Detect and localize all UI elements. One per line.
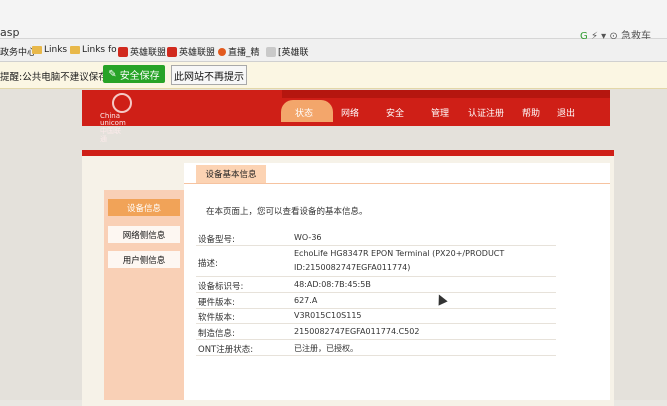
doc-icon	[266, 46, 276, 57]
row-value: V3R015C10S115	[294, 311, 362, 320]
unicom-knot-icon	[112, 93, 132, 113]
row-value: WO-36	[294, 233, 322, 242]
bookmark-item[interactable]: 英雄联盟	[167, 45, 215, 58]
folder-icon	[32, 46, 42, 54]
nav-logout[interactable]: 退出	[557, 106, 575, 119]
row-value: 已注册，已授权。	[294, 344, 358, 353]
row-label: 制造信息:	[198, 329, 235, 339]
row-label: ONT注册状态:	[198, 345, 254, 355]
password-message: 提醒:公共电脑不建议保存	[0, 72, 108, 83]
row-label: 设备型号:	[198, 235, 235, 245]
bookmark-item[interactable]: 直播_精	[218, 45, 260, 58]
bookmark-item[interactable]: Links	[32, 45, 67, 55]
never-prompt-button[interactable]: 此网站不再提示	[171, 65, 247, 85]
key-icon: ✎	[108, 68, 117, 80]
row-label: 描述:	[198, 259, 218, 269]
row-label: 软件版本:	[198, 313, 235, 323]
bookmark-item[interactable]: Links fo	[70, 45, 117, 55]
row-value: EchoLife HG8347R EPON Terminal (PX20+/PR…	[294, 249, 505, 258]
nav-network[interactable]: 网络	[341, 106, 359, 119]
bookmark-item[interactable]: 政务中心	[0, 45, 36, 58]
nav-status[interactable]: 状态	[295, 106, 313, 119]
section-title: 设备基本信息	[196, 165, 266, 183]
password-save-bar: 提醒:公共电脑不建议保存 ✎ 安全保存 此网站不再提示	[0, 62, 667, 89]
game-icon	[118, 46, 128, 57]
row-value: 627.A	[294, 296, 318, 305]
divider	[196, 339, 556, 340]
nav-auth-register[interactable]: 认证注册	[468, 106, 504, 119]
row-value: 2150082747EGFA011774.C502	[294, 327, 420, 336]
nav-management[interactable]: 管理	[431, 106, 449, 119]
sidebar-item-user-info[interactable]: 用户侧信息	[108, 251, 180, 268]
divider	[196, 276, 556, 277]
divider	[196, 245, 556, 246]
browser-address-bar: asp G ⚡ ▾ ⊙ 急救车	[0, 0, 667, 42]
live-icon	[218, 47, 226, 56]
bookmarks-bar: 政务中心 Links Links fo 英雄联盟 英雄联盟 直播_精 [英雄联	[0, 39, 667, 62]
sidebar-item-device-info[interactable]: 设备信息	[108, 199, 180, 216]
divider	[184, 183, 610, 184]
bookmark-item[interactable]: 英雄联盟	[118, 45, 166, 58]
row-value: ID:2150082747EGFA011774)	[294, 263, 411, 272]
url-text[interactable]: asp	[0, 26, 19, 39]
sidebar-item-network-info[interactable]: 网络侧信息	[108, 226, 180, 243]
divider	[196, 292, 556, 293]
folder-icon	[70, 46, 80, 54]
sidebar	[104, 190, 184, 400]
divider	[196, 323, 556, 324]
intro-text: 在本页面上，您可以查看设备的基本信息。	[206, 207, 368, 217]
row-label: 设备标识号:	[198, 282, 244, 292]
divider	[196, 355, 556, 356]
divider	[196, 308, 556, 309]
main-content	[184, 163, 610, 400]
bookmark-item[interactable]: [英雄联	[266, 45, 309, 58]
row-value: 48:AD:08:7B:45:5B	[294, 280, 371, 289]
game-icon	[167, 46, 177, 57]
safe-save-button[interactable]: ✎ 安全保存	[103, 65, 165, 83]
nav-security[interactable]: 安全	[386, 106, 404, 119]
nav-help[interactable]: 帮助	[522, 106, 540, 119]
row-label: 硬件版本:	[198, 298, 235, 308]
